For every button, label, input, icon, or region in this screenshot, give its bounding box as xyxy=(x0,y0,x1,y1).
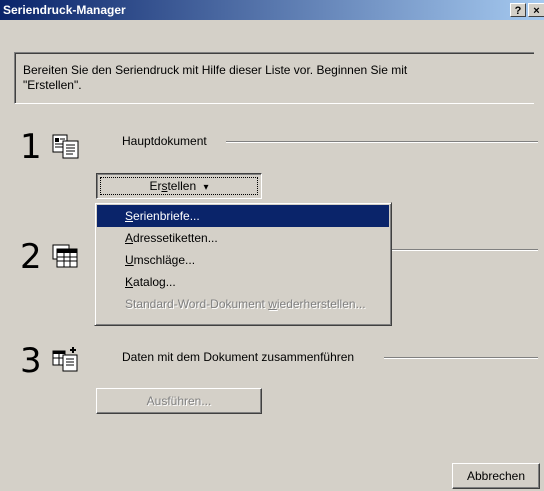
menu-item-adressetiketten[interactable]: Adressetiketten... xyxy=(97,227,389,249)
merge-icon xyxy=(52,347,78,372)
menu-item-standard-word-dokument[interactable]: Standard-Word-Dokument wiederherstellen.… xyxy=(97,293,389,315)
data-source-icon xyxy=(52,244,78,268)
menu-text: iederherstellen... xyxy=(276,297,366,311)
help-icon: ? xyxy=(514,5,522,17)
step-1-number: 1 xyxy=(20,127,42,167)
menu-accel: U xyxy=(125,253,134,267)
menu-text: dressetiketten... xyxy=(133,231,218,245)
window-title: Seriendruck-Manager xyxy=(3,3,126,17)
menu-accel: S xyxy=(125,209,134,223)
menu-text-pre: Standard-Word-Dokument xyxy=(125,297,269,311)
step-3-divider xyxy=(384,357,538,359)
help-button[interactable]: ? xyxy=(510,3,526,17)
menu-item-katalog[interactable]: Katalog... xyxy=(97,271,389,293)
step-1-divider xyxy=(226,141,538,143)
menu-accel: K xyxy=(125,275,134,289)
create-button[interactable]: Erstellen ▾ xyxy=(96,173,262,199)
instructions-box: Bereiten Sie den Seriendruck mit Hilfe d… xyxy=(14,52,534,104)
instructions-line-2: "Erstellen". xyxy=(23,78,82,92)
menu-text: atalog... xyxy=(133,275,176,289)
step-2-number: 2 xyxy=(20,237,42,277)
step-3-label: Daten mit dem Dokument zusammenführen xyxy=(122,350,355,364)
menu-text: erienbriefe... xyxy=(133,209,200,223)
menu-accel: w xyxy=(268,297,277,311)
menu-item-umschlaege[interactable]: Umschläge... xyxy=(97,249,389,271)
menu-text: mschläge... xyxy=(133,253,196,267)
close-icon: × xyxy=(533,5,540,17)
close-button[interactable]: × xyxy=(528,3,544,17)
main-document-icon xyxy=(52,134,79,159)
title-bar[interactable]: Seriendruck-Manager ? × xyxy=(0,0,544,20)
cancel-button[interactable]: Abbrechen xyxy=(452,463,540,489)
menu-item-serienbriefe[interactable]: Serienbriefe... xyxy=(97,205,389,227)
step-1-label: Hauptdokument xyxy=(122,134,207,148)
focus-rect xyxy=(100,177,258,195)
create-dropdown-menu: Serienbriefe... Adressetiketten... Umsch… xyxy=(94,202,392,326)
menu-accel: A xyxy=(125,231,134,245)
step-3-number: 3 xyxy=(20,341,42,381)
execute-button[interactable]: Ausführen... xyxy=(96,388,262,414)
step-2-divider xyxy=(392,249,538,251)
instructions-line-1: Bereiten Sie den Seriendruck mit Hilfe d… xyxy=(23,63,408,77)
